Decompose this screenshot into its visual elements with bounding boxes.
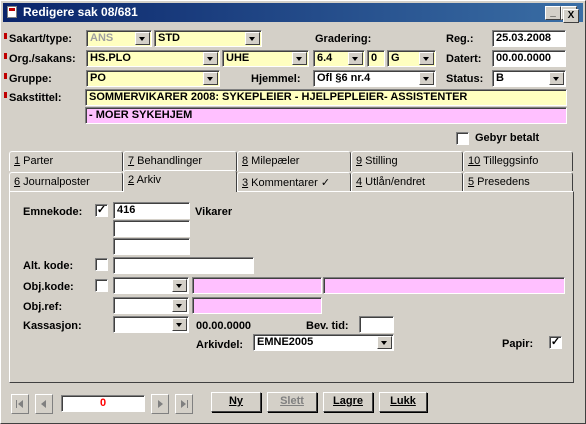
emnekode-field-2[interactable] [113, 220, 190, 237]
chevron-down-icon[interactable] [172, 318, 187, 331]
sakart-select[interactable]: ANS [86, 30, 152, 47]
chevron-down-icon[interactable] [245, 32, 260, 45]
altkode-checkbox[interactable] [95, 258, 108, 271]
tab-behandlinger[interactable]: 7 Behandlinger [123, 151, 237, 171]
window-title: Redigere sak 08/681 [23, 5, 138, 19]
objkode-label: Obj.kode: [23, 281, 74, 293]
first-record-button[interactable] [11, 394, 29, 414]
papir-label: Papir: [502, 338, 534, 350]
gebyr-checkbox[interactable] [456, 132, 469, 145]
saktype-select[interactable]: STD [154, 30, 262, 47]
tab-arkiv[interactable]: 2 Arkiv [123, 170, 237, 192]
papir-checkbox[interactable]: ✓ [549, 336, 562, 349]
altkode-label: Alt. kode: [23, 260, 74, 272]
kassasjon-date: 00.00.0000 [196, 320, 252, 332]
sakart-label: Sakart/type: [4, 33, 72, 45]
code3-select[interactable]: G [387, 50, 436, 67]
emnekode-field[interactable]: 416 [113, 202, 190, 219]
chevron-down-icon[interactable] [203, 52, 218, 65]
status-label: Status: [446, 73, 484, 85]
prev-record-button[interactable] [35, 394, 53, 414]
chevron-down-icon[interactable] [419, 52, 434, 65]
sakans-select[interactable]: UHE [222, 50, 309, 67]
next-icon [158, 400, 163, 408]
tab-kommentarer[interactable]: 3 Kommentarer ✓ [237, 172, 351, 192]
chevron-down-icon[interactable] [292, 52, 307, 65]
reg-date-field[interactable]: 25.03.2008 [492, 30, 566, 47]
reg-label: Reg.: [446, 33, 474, 45]
gruppe-label: Gruppe: [4, 73, 52, 85]
arkivdel-label: Arkivdel: [196, 339, 244, 351]
last-record-button[interactable] [175, 394, 193, 414]
tab-parter[interactable]: 1 Parter [9, 151, 123, 171]
gebyr-label: Gebyr betalt [475, 132, 540, 144]
objkode-checkbox[interactable] [95, 279, 108, 292]
chevron-down-icon[interactable] [172, 279, 187, 292]
sakstittel-label: Sakstittel: [4, 92, 62, 104]
emnekode-text: Vikarer [195, 206, 233, 218]
tab-milepaeler[interactable]: 8 Milepæler [237, 151, 351, 171]
hjemmel-label: Hjemmel: [251, 73, 301, 85]
gradering-label: Gradering: [315, 33, 372, 45]
org-select[interactable]: HS.PLO [86, 50, 220, 67]
gruppe-select[interactable]: PO [86, 70, 220, 87]
chevron-down-icon[interactable] [419, 72, 434, 85]
ny-button[interactable]: Ny [211, 392, 261, 412]
tab-stilling[interactable]: 9 Stilling [351, 151, 463, 171]
datert-field[interactable]: 00.00.0000 [492, 50, 566, 67]
chevron-down-icon[interactable] [135, 32, 150, 45]
prev-icon [41, 400, 46, 408]
status-select[interactable]: B [492, 70, 566, 87]
emnekode-checkbox[interactable]: ✓ [95, 204, 108, 217]
sakstittel-line1[interactable]: SOMMERVIKARER 2008: SYKEPLEIER - HJELPEP… [85, 89, 567, 106]
last-icon [181, 400, 188, 408]
kassasjon-label: Kassasjon: [23, 320, 82, 332]
lukk-button[interactable]: Lukk [379, 392, 427, 412]
objref-field[interactable] [192, 297, 322, 314]
chevron-down-icon[interactable] [172, 299, 187, 312]
tab-utlan[interactable]: 4 Utlån/endret [351, 172, 463, 192]
minimize-button[interactable]: _ [545, 6, 561, 20]
tab-presedens[interactable]: 5 Presedens [463, 172, 573, 192]
chevron-down-icon[interactable] [348, 52, 363, 65]
dialog-window: Redigere sak 08/681 _ □ X Sakart/type: A… [0, 0, 586, 424]
sakstittel-line2[interactable]: - MOER SYKEHJEM [85, 107, 567, 124]
chevron-down-icon[interactable] [203, 72, 218, 85]
objref-select[interactable] [113, 297, 189, 314]
first-icon [16, 400, 23, 408]
tab-tilleggsinfo[interactable]: 10 Tilleggsinfo [463, 151, 573, 171]
lagre-button[interactable]: Lagre [323, 392, 373, 412]
org-label: Org./sakans: [4, 53, 76, 65]
slett-button[interactable]: Slett [267, 392, 317, 412]
objkode-desc-field[interactable] [323, 277, 565, 294]
code1-select[interactable]: 6.4 [313, 50, 365, 67]
app-icon [7, 6, 17, 18]
chevron-down-icon[interactable] [377, 336, 392, 349]
record-counter[interactable]: 0 [61, 395, 145, 412]
objkode-select[interactable] [113, 277, 189, 294]
datert-label: Datert: [446, 53, 482, 65]
chevron-down-icon[interactable] [549, 72, 564, 85]
bevtid-field[interactable] [359, 316, 394, 333]
emnekode-label: Emnekode: [23, 206, 83, 218]
objkode-field[interactable] [192, 277, 322, 294]
bevtid-label: Bev. tid: [306, 320, 349, 332]
kassasjon-select[interactable] [113, 316, 189, 333]
check-icon: ✓ [320, 177, 331, 189]
tab-journalposter[interactable]: 6 Journalposter [9, 172, 123, 192]
next-record-button[interactable] [151, 394, 169, 414]
title-bar[interactable]: Redigere sak 08/681 _ □ [3, 3, 583, 22]
altkode-field[interactable] [113, 257, 254, 274]
close-button[interactable]: X [563, 9, 579, 23]
arkivdel-select[interactable]: EMNE2005 [253, 334, 394, 351]
code2-field[interactable]: 0 [367, 50, 385, 67]
emnekode-field-3[interactable] [113, 238, 190, 255]
objref-label: Obj.ref: [23, 301, 63, 313]
hjemmel-select[interactable]: Ofl §6 nr.4 [313, 70, 436, 87]
